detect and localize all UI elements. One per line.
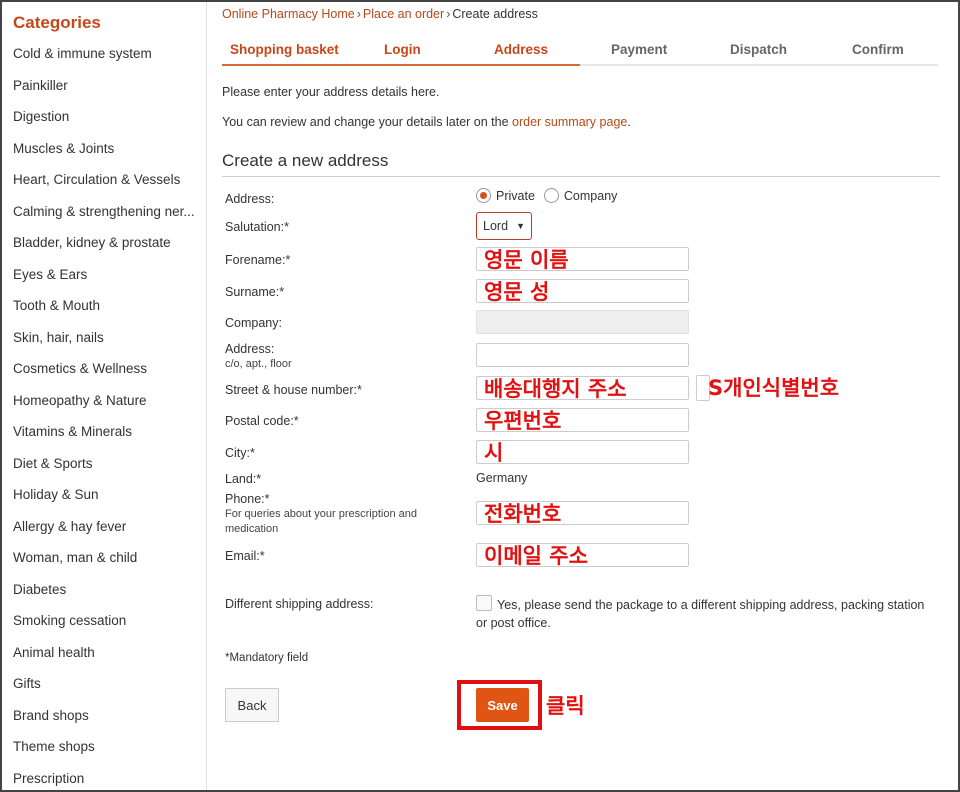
sidebar-category-item[interactable]: Smoking cessation xyxy=(13,610,203,642)
sidebar-category-item[interactable]: Diabetes xyxy=(13,579,203,611)
chevron-down-icon: ▼ xyxy=(516,221,525,231)
email-label: Email:* xyxy=(225,549,265,563)
sidebar-category-item[interactable]: Prescription xyxy=(13,768,203,792)
order-summary-link[interactable]: order summary page xyxy=(512,115,627,129)
sidebar-category-item[interactable]: Bladder, kidney & prostate xyxy=(13,232,203,264)
intro-text: Please enter your address details here. xyxy=(222,85,440,99)
surname-label: Surname:* xyxy=(225,285,285,299)
sidebar-category-item[interactable]: Painkiller xyxy=(13,75,203,107)
private-radio[interactable] xyxy=(476,188,491,203)
address-extra-label-sub: c/o, apt., floor xyxy=(225,358,292,370)
mandatory-note: *Mandatory field xyxy=(225,652,309,664)
sidebar-category-item[interactable]: Heart, Circulation & Vessels xyxy=(13,169,203,201)
address-extra-field[interactable] xyxy=(476,343,689,367)
city-annotation: 시 xyxy=(484,441,504,465)
sidebar-category-item[interactable]: Gifts xyxy=(13,673,203,705)
phone-label-sub: For queries about your prescription and … xyxy=(225,508,417,535)
address-type-label: Address: xyxy=(225,192,275,206)
different-shipping-checkbox[interactable] xyxy=(476,595,492,611)
phone-annotation: 전화번호 xyxy=(484,502,562,526)
sidebar-category-item[interactable]: Skin, hair, nails xyxy=(13,327,203,359)
postal-code-field[interactable]: 우편번호 xyxy=(476,408,689,433)
address-type-radio-group: Private Company xyxy=(476,188,626,203)
different-shipping-label: Different shipping address: xyxy=(225,597,374,611)
step-confirm: Confirm xyxy=(852,42,904,57)
surname-field[interactable]: 영문 성 xyxy=(476,279,689,304)
category-sidebar: Categories Cold & immune system Painkille… xyxy=(2,2,207,790)
address-extra-label-main: Address: xyxy=(225,342,275,356)
sidebar-category-item[interactable]: Holiday & Sun xyxy=(13,484,203,516)
street-annotation: 배송대행지 주소 xyxy=(484,377,627,401)
breadcrumb-order-link[interactable]: Place an order xyxy=(363,7,444,21)
breadcrumb-separator: › xyxy=(446,7,451,21)
sidebar-title: Categories xyxy=(13,13,101,32)
street-label: Street & house number:* xyxy=(225,383,362,397)
different-shipping-text[interactable]: Yes, please send the package to a differ… xyxy=(476,596,936,632)
sidebar-category-item[interactable]: Allergy & hay fever xyxy=(13,516,203,548)
company-radio[interactable] xyxy=(543,188,559,203)
company-radio-label[interactable]: Company xyxy=(564,189,618,203)
phone-label: Phone:* For queries about your prescript… xyxy=(225,492,445,537)
phone-label-main: Phone:* xyxy=(225,492,270,506)
intro-review-text: You can review and change your details l… xyxy=(222,115,631,129)
sidebar-category-item[interactable]: Cold & immune system xyxy=(13,43,203,75)
category-list: Cold & immune system Painkiller Digestion M… xyxy=(13,43,203,792)
sidebar-category-item[interactable]: Diet & Sports xyxy=(13,453,203,485)
step-payment: Payment xyxy=(611,42,668,57)
company-field xyxy=(476,310,689,334)
intro-review-suffix: . xyxy=(627,115,631,129)
forename-field[interactable]: 영문 이름 xyxy=(476,247,689,272)
forename-label: Forename:* xyxy=(225,253,291,267)
company-label: Company: xyxy=(225,316,282,330)
salutation-value: Lord xyxy=(483,219,509,233)
step-dispatch: Dispatch xyxy=(730,42,788,57)
sidebar-category-item[interactable]: Theme shops xyxy=(13,736,203,768)
save-button[interactable]: Save xyxy=(476,688,529,722)
email-annotation: 이메일 주소 xyxy=(484,544,588,568)
sidebar-category-item[interactable]: Muscles & Joints xyxy=(13,138,203,170)
sidebar-category-item[interactable]: Brand shops xyxy=(13,705,203,737)
phone-field[interactable]: 전화번호 xyxy=(476,501,689,526)
sidebar-category-item[interactable]: Digestion xyxy=(13,106,203,138)
city-label: City:* xyxy=(225,446,255,460)
forename-annotation: 영문 이름 xyxy=(484,248,569,272)
breadcrumb-current: Create address xyxy=(452,7,538,21)
address-extra-label: Address: c/o, apt., floor xyxy=(225,342,292,372)
land-label: Land:* xyxy=(225,472,262,486)
breadcrumb: Online Pharmacy Home › Place an order › Crea… xyxy=(222,7,538,21)
sidebar-category-item[interactable]: Cosmetics & Wellness xyxy=(13,358,203,390)
land-value: Germany xyxy=(476,471,528,485)
sidebar-category-item[interactable]: Animal health xyxy=(13,642,203,674)
salutation-select[interactable]: Lord ▼ xyxy=(476,212,532,240)
sidebar-category-item[interactable]: Vitamins & Minerals xyxy=(13,421,203,453)
step-shopping-basket[interactable]: Shopping basket xyxy=(230,42,339,57)
main-content: Online Pharmacy Home › Place an order › Crea… xyxy=(222,0,940,792)
sidebar-category-item[interactable]: Tooth & Mouth xyxy=(13,295,203,327)
street-field[interactable]: 배송대행지 주소 xyxy=(476,376,689,401)
back-button[interactable]: Back xyxy=(225,688,279,722)
surname-annotation: 영문 성 xyxy=(484,280,550,304)
breadcrumb-separator: › xyxy=(356,7,361,21)
sidebar-category-item[interactable]: Eyes & Ears xyxy=(13,264,203,296)
sidebar-category-item[interactable]: Woman, man & child xyxy=(13,547,203,579)
private-radio-label[interactable]: Private xyxy=(496,189,535,203)
sidebar-category-item[interactable]: Homeopathy & Nature xyxy=(13,390,203,422)
email-field[interactable]: 이메일 주소 xyxy=(476,543,689,568)
postal-code-label: Postal code:* xyxy=(225,414,299,428)
click-annotation: 클릭 xyxy=(546,694,585,718)
checkout-steps: Shopping basket Login Address Payment Di… xyxy=(222,40,938,66)
salutation-label: Salutation:* xyxy=(225,220,289,234)
intro-review-prefix: You can review and change your details l… xyxy=(222,115,513,129)
section-divider xyxy=(222,176,940,177)
step-login[interactable]: Login xyxy=(384,42,421,57)
sidebar-category-item[interactable]: Calming & strengthening ner... xyxy=(13,201,203,233)
form-title: Create a new address xyxy=(222,151,389,170)
personal-id-annotation: S개인식별번호 xyxy=(708,376,840,400)
steps-progress-bar xyxy=(222,64,580,66)
postal-code-annotation: 우편번호 xyxy=(484,409,562,433)
step-address[interactable]: Address xyxy=(494,42,548,57)
city-field[interactable]: 시 xyxy=(476,440,689,465)
breadcrumb-home-link[interactable]: Online Pharmacy Home xyxy=(222,7,355,21)
